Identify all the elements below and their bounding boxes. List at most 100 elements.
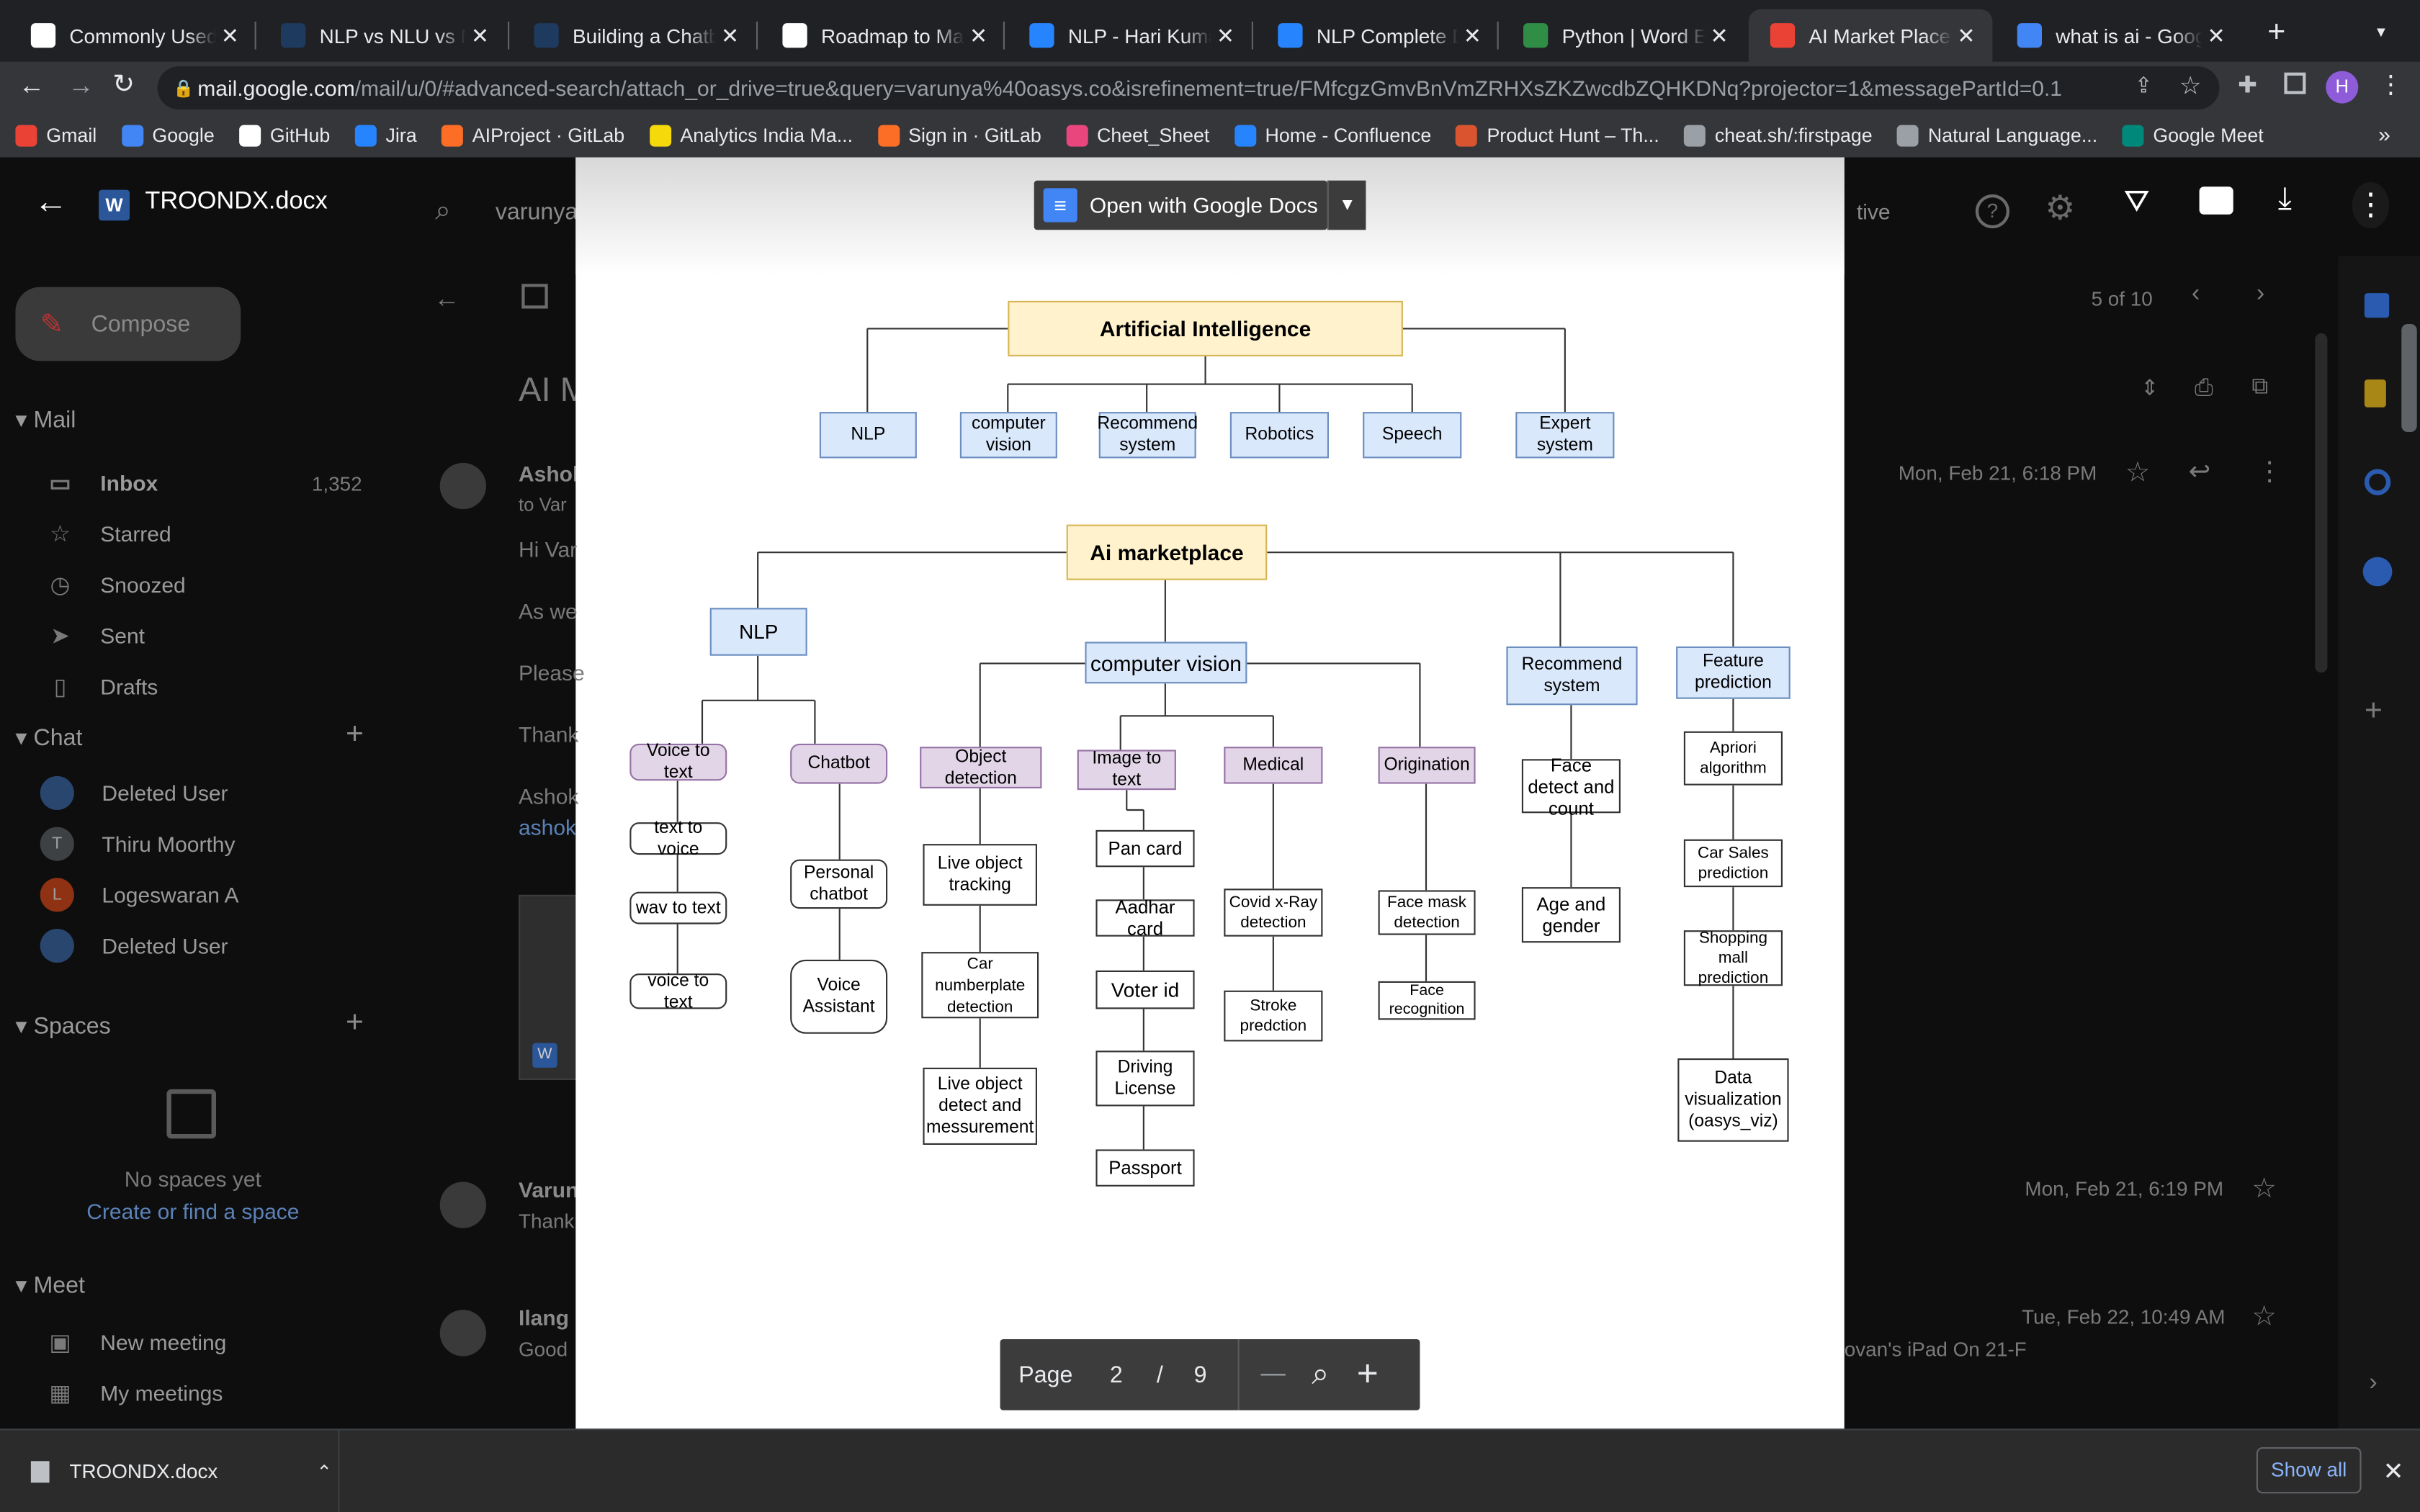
browser-tab[interactable]: NLP Complete Doc✕ <box>1256 9 1498 62</box>
tab-title: Roadmap to Maste <box>821 24 964 48</box>
file-icon <box>30 1460 50 1482</box>
browser-tab[interactable]: NLP vs NLU vs NLG✕ <box>259 9 506 62</box>
mail-nav-sent: ➤ Sent <box>46 622 145 649</box>
tab-title: what is ai - Google <box>2056 24 2202 48</box>
tab-favicon-icon <box>534 23 559 48</box>
page-current[interactable]: 2 <box>1110 1362 1123 1387</box>
tab-favicon-icon <box>1770 23 1796 48</box>
mp-apriori: Apriori algorithm <box>1683 731 1783 786</box>
mp-medical: Medical <box>1224 747 1323 784</box>
tab-title: NLP vs NLU vs NLG <box>319 24 467 48</box>
mail-nav-snoozed: ◷ Snoozed <box>46 571 186 598</box>
mp-voice-assistant: Voice Assistant <box>790 959 888 1034</box>
tab-close-icon[interactable]: ✕ <box>466 22 494 48</box>
mp-passport: Passport <box>1095 1149 1195 1187</box>
chat-avatar-initial: L <box>52 886 62 904</box>
tab-close-icon[interactable]: ✕ <box>216 22 244 48</box>
tab-close-icon[interactable]: ✕ <box>1458 22 1487 48</box>
chat-item: T Thiru Moorthy <box>40 827 236 861</box>
chat-name: Thiru Moorthy <box>102 832 236 857</box>
tab-close-icon[interactable]: ✕ <box>964 22 992 48</box>
browser-tab[interactable]: Python | Word Emb✕ <box>1502 9 1746 62</box>
mp-age-gender: Age and gender <box>1521 887 1621 943</box>
chat-name: Deleted User <box>102 933 228 958</box>
mp-voice-to-text: Voice to text <box>629 742 727 782</box>
tab-title: Python | Word Emb <box>1561 24 1706 48</box>
email-body-line: As we <box>519 598 578 624</box>
inbox-icon: ▭ <box>49 470 71 497</box>
mp-recommend: Recommend system <box>1506 646 1638 706</box>
mp-car-sales: Car Sales prediction <box>1683 839 1783 888</box>
chat-avatar <box>40 775 74 810</box>
mp-covid: Covid x-Ray detection <box>1224 888 1323 937</box>
mp-live-measure: Live object detect and messurement <box>923 1067 1037 1145</box>
mp-face-mask: Face mask detection <box>1378 890 1476 935</box>
download-menu-icon[interactable]: ⌃ <box>316 1460 332 1482</box>
ai-child-expert: Expert system <box>1515 412 1615 459</box>
mail-nav-label: Starred <box>100 521 171 546</box>
chat-name: Logeswaran A <box>102 882 239 907</box>
download-file-name: TROONDX.docx <box>69 1459 218 1483</box>
email-body-line: Thank <box>519 721 579 747</box>
browser-tab[interactable]: Commonly Used M✕ <box>9 9 256 62</box>
tab-favicon-icon <box>281 23 306 48</box>
ai-child-cv: computer vision <box>959 412 1057 459</box>
ai-child-nlp: NLP <box>819 412 917 459</box>
tab-title: NLP - Hari Kumar F <box>1067 24 1211 48</box>
tab-favicon-icon <box>1523 23 1549 48</box>
mp-object-detection: Object detection <box>920 747 1042 788</box>
chat-item: Deleted User <box>40 775 228 810</box>
mp-car-plate: Car numberplate detection <box>921 952 1039 1019</box>
page-label: Page <box>1018 1362 1073 1388</box>
tab-close-icon[interactable]: ✕ <box>2202 22 2231 48</box>
mp-computer-vision: computer vision <box>1085 642 1247 684</box>
tab-favicon-icon <box>1029 23 1054 48</box>
tab-favicon-icon <box>30 23 56 48</box>
zoom-in-button[interactable]: + <box>1357 1353 1379 1396</box>
browser-tab[interactable]: NLP - Hari Kumar F✕ <box>1008 9 1252 62</box>
mp-image-to-text: Image to text <box>1077 750 1176 791</box>
tab-favicon-icon <box>1278 23 1303 48</box>
mail-nav-starred: ☆ Starred <box>46 520 171 548</box>
star-icon: ☆ <box>50 521 71 548</box>
chat-name: Deleted User <box>102 780 228 806</box>
tab-title: Commonly Used M <box>69 24 217 48</box>
mp-face-recognition: Face recognition <box>1378 981 1476 1020</box>
show-all-button[interactable]: Show all <box>2256 1446 2362 1494</box>
ai-child-robotics: Robotics <box>1229 412 1329 459</box>
browser-tab[interactable]: Roadmap to Maste✕ <box>761 9 1005 62</box>
email-body-line: Please <box>519 660 585 685</box>
tab-close-icon[interactable]: ✕ <box>1706 22 1734 48</box>
page-separator: / <box>1156 1362 1163 1388</box>
chat-avatar: T <box>40 827 74 861</box>
marketplace-root-node: Ai marketplace <box>1066 524 1268 580</box>
download-bar-close-icon[interactable]: ✕ <box>2383 1457 2404 1488</box>
browser-tab[interactable]: Building a Chatbot✕ <box>512 9 756 62</box>
tab-close-icon[interactable]: ✕ <box>716 22 744 48</box>
tab-title: NLP Complete Doc <box>1316 24 1458 48</box>
download-bar <box>0 1428 2420 1512</box>
mp-voice-to-text-2: voice to text <box>629 971 727 1012</box>
mp-live-tracking: Live object tracking <box>923 844 1037 906</box>
mp-pan-card: Pan card <box>1095 829 1195 868</box>
zoom-icon[interactable]: ⌕ <box>1312 1357 1329 1392</box>
mp-face-count: Face detect and count <box>1521 754 1621 819</box>
zoom-out-button[interactable]: — <box>1261 1361 1286 1389</box>
mail-nav-label: Drafts <box>100 674 158 699</box>
tab-title: AI Market Place - C <box>1809 24 1952 48</box>
email-body-line: Hi Var <box>519 536 578 562</box>
download-item[interactable]: TROONDX.docx ⌃ <box>0 1430 340 1512</box>
mail-nav-label: Sent <box>100 623 145 648</box>
page-controls: Page 2 / 9 — ⌕ + <box>1000 1339 1420 1410</box>
browser-tab[interactable]: AI Market Place - C✕ <box>1748 9 1993 62</box>
browser-tab[interactable]: what is ai - Google✕ <box>1996 9 2243 62</box>
tab-close-icon[interactable]: ✕ <box>1953 22 1981 48</box>
tab-favicon-icon <box>2017 23 2042 48</box>
mp-origination: Origination <box>1378 747 1476 784</box>
draft-icon: ▯ <box>53 674 67 701</box>
ai-child-speech: Speech <box>1363 412 1462 459</box>
tab-close-icon[interactable]: ✕ <box>1211 22 1240 48</box>
mp-feature-prediction: Feature prediction <box>1676 646 1791 699</box>
diagram-connectors <box>676 328 1734 1150</box>
mp-wav-to-text: wav to text <box>629 891 727 924</box>
